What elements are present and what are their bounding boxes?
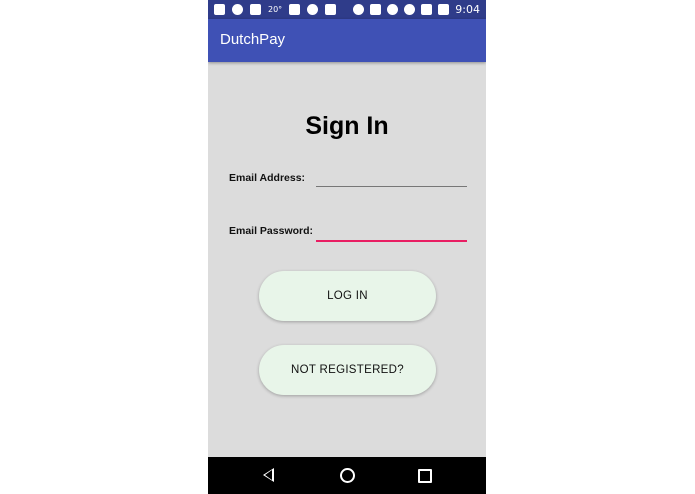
- app-title: DutchPay: [220, 31, 286, 48]
- back-icon[interactable]: [263, 468, 274, 482]
- email-password-input[interactable]: [316, 220, 467, 242]
- home-icon[interactable]: [340, 468, 355, 483]
- wifi-icon: [404, 4, 416, 15]
- app-bar: DutchPay: [208, 19, 486, 62]
- bell-icon: [353, 4, 365, 15]
- status-time: 9:04: [455, 3, 480, 16]
- notification-icons: 20°: [214, 2, 337, 17]
- app-notification-icon: [232, 4, 243, 15]
- image-icon: [370, 4, 382, 15]
- status-bar: 20° 9:04: [208, 0, 486, 19]
- n-notification-icon: [289, 4, 301, 15]
- email-address-input[interactable]: [316, 166, 467, 187]
- page-title: Sign In: [305, 112, 389, 140]
- battery-icon: [438, 4, 450, 15]
- phone-screen: 20° 9:04 DutchPay Sign In Email Address:…: [208, 0, 486, 494]
- signal-icon: [421, 4, 433, 15]
- location-icon: [387, 4, 399, 15]
- email-password-label: Email Password:: [229, 225, 314, 237]
- login-button[interactable]: LOG IN: [259, 271, 436, 321]
- talk-notification-icon: [307, 4, 319, 15]
- system-icons: 9:04: [353, 2, 480, 17]
- recents-icon[interactable]: [418, 469, 432, 483]
- navigation-bar: [208, 457, 486, 494]
- not-registered-button[interactable]: NOT REGISTERED?: [259, 345, 436, 395]
- news-notification-icon: [250, 4, 261, 15]
- chat-notification-icon: [214, 4, 225, 15]
- temperature-text: 20°: [268, 5, 283, 14]
- clipboard-notification-icon: [325, 4, 337, 15]
- email-address-label: Email Address:: [229, 172, 306, 184]
